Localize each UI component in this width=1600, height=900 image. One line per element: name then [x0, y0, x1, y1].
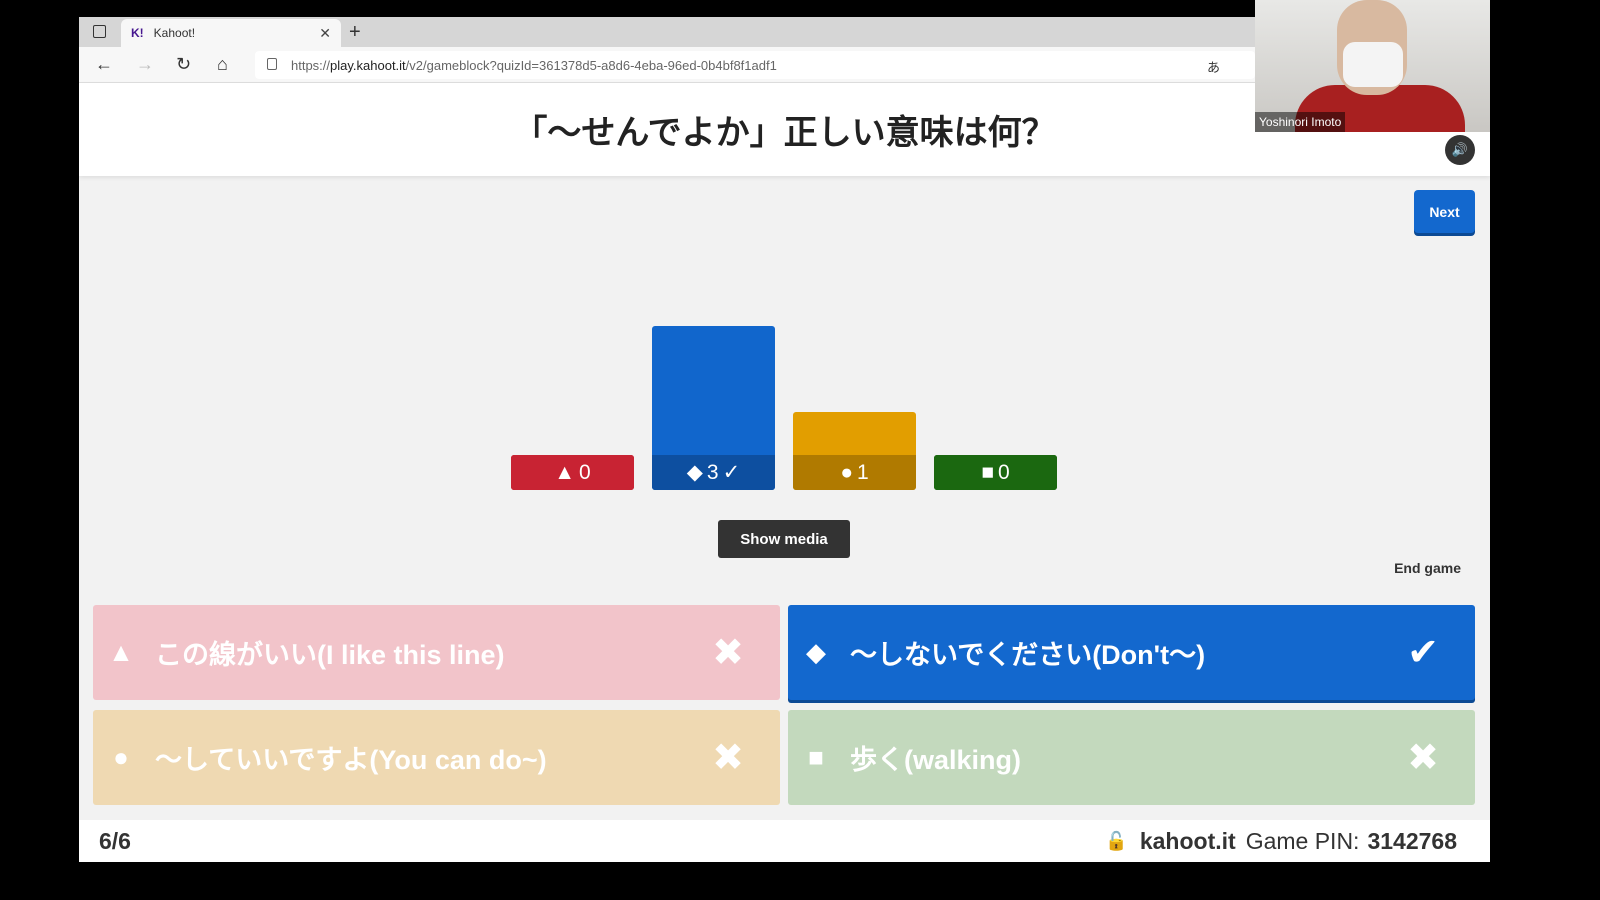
close-tab-icon[interactable]: ✕	[319, 25, 331, 42]
result-label: ● 1	[793, 455, 916, 490]
result-label: ▲ 0	[511, 455, 634, 490]
question-title: 「～せんでよか」正しい意味は何？	[513, 114, 1056, 152]
answer-count: 1	[857, 460, 869, 484]
result-label: ◆ 3 ✓	[652, 455, 775, 490]
square-icon: ■	[981, 460, 994, 484]
browser-window: K! Kahoot! ✕ + ← → ↻ ⌂ https://play.kaho…	[79, 17, 1490, 862]
tab-title: Kahoot!	[153, 26, 196, 40]
incorrect-icon: ✖	[712, 737, 744, 779]
correct-icon: ✔	[1407, 632, 1439, 674]
answer-triangle: ▲ この線がいい(I like this line) ✖	[93, 605, 780, 700]
pin-label: Game PIN:	[1245, 827, 1360, 854]
answer-count: 3	[706, 460, 719, 484]
game-pin: 3142768	[1367, 827, 1457, 854]
show-media-button[interactable]: Show media	[718, 520, 850, 558]
circle-icon: ●	[840, 460, 853, 484]
tab-kahoot[interactable]: K! Kahoot! ✕	[121, 19, 341, 47]
reload-icon[interactable]: ↻	[176, 54, 191, 75]
webcam-name: Yoshinori Imoto	[1255, 112, 1346, 132]
footer: 6/6 🔓 kahoot.it Game PIN: 3142768	[79, 820, 1490, 862]
square-icon: ■	[808, 742, 824, 772]
check-icon: ✓	[722, 461, 741, 484]
triangle-icon: ▲	[554, 460, 576, 484]
kahoot-favicon-icon: K!	[131, 26, 144, 40]
forward-icon[interactable]: →	[136, 54, 154, 75]
circle-icon: ●	[113, 742, 129, 772]
answer-text: この線がいい(I like this line)	[155, 640, 505, 670]
next-button[interactable]: Next	[1414, 190, 1475, 233]
answer-text: ～していいですよ(You can do~)	[155, 745, 547, 775]
site-name: kahoot.it	[1139, 827, 1236, 854]
lock-icon: 🔓	[1105, 830, 1128, 851]
result-bar-diamond: ◆ 3 ✓	[652, 326, 775, 490]
lock-icon	[267, 58, 277, 70]
webcam-overlay: Yoshinori Imoto	[1255, 0, 1490, 132]
result-bar-square: ■ 0	[934, 455, 1057, 490]
home-icon[interactable]: ⌂	[217, 54, 228, 75]
question-progress: 6/6	[99, 827, 131, 854]
answer-circle: ● ～していいですよ(You can do~) ✖	[93, 710, 780, 805]
answer-count: 0	[998, 460, 1010, 484]
answer-text: ～しないでください(Don't～)	[850, 640, 1206, 670]
incorrect-icon: ✖	[1407, 737, 1439, 779]
answer-square: ■ 歩く(walking) ✖	[788, 710, 1475, 805]
new-tab-icon[interactable]: +	[349, 21, 361, 44]
url-input[interactable]: https://play.kahoot.it/v2/gameblock?quiz…	[255, 51, 1255, 79]
result-bar-circle: ● 1	[793, 412, 916, 490]
answer-diamond: ◆ ～しないでください(Don't～) ✔	[788, 605, 1475, 700]
back-icon[interactable]: ←	[95, 54, 113, 75]
incorrect-icon: ✖	[712, 632, 744, 674]
translate-icon[interactable]: あ	[1207, 57, 1220, 76]
answer-text: 歩く(walking)	[850, 745, 1022, 775]
sound-icon[interactable]: 🔊	[1445, 135, 1475, 165]
tab-actions-icon[interactable]	[93, 25, 106, 38]
diamond-icon: ◆	[806, 637, 826, 667]
answer-count: 0	[579, 460, 591, 484]
triangle-icon: ▲	[108, 637, 134, 667]
end-game-link[interactable]: End game	[1379, 560, 1461, 576]
result-label: ■ 0	[934, 455, 1057, 490]
diamond-icon: ◆	[686, 461, 703, 484]
result-bar-triangle: ▲ 0	[511, 455, 634, 490]
